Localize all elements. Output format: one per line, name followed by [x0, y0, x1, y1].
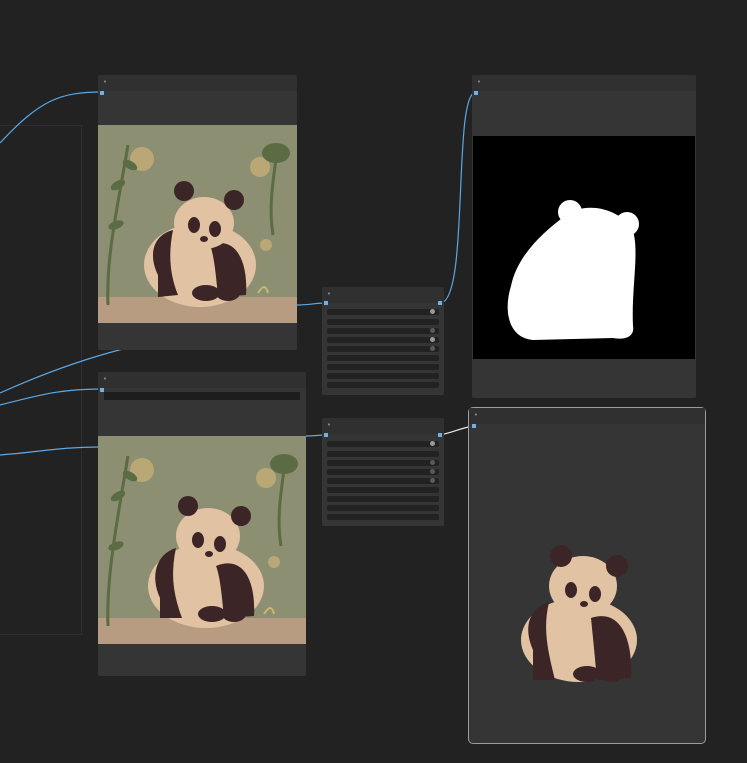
input-port[interactable] [100, 91, 104, 95]
input-port[interactable] [472, 424, 476, 428]
input-port[interactable] [324, 301, 328, 305]
settings-node-top[interactable]: • [322, 287, 444, 395]
settings-node-bottom[interactable]: • [322, 418, 444, 526]
collapse-dot-icon[interactable]: • [325, 421, 333, 429]
collapse-dot-icon[interactable]: • [472, 411, 480, 419]
image-node-bottom[interactable]: • [98, 372, 306, 676]
panda-image-preview [98, 436, 306, 644]
panda-image-preview [98, 125, 297, 323]
widget-row[interactable] [327, 478, 439, 484]
widget-row[interactable] [327, 460, 439, 466]
widget-row[interactable] [327, 514, 439, 520]
collapse-dot-icon[interactable]: • [101, 78, 109, 86]
output-port[interactable] [438, 301, 442, 305]
widget-row[interactable] [327, 309, 439, 315]
widget-row[interactable] [327, 505, 439, 511]
node-title-bar[interactable]: • [98, 75, 297, 91]
toggle-knob-icon[interactable] [430, 346, 435, 351]
widget-row[interactable] [327, 496, 439, 502]
cutout-preview-node[interactable]: • [468, 407, 706, 744]
node-title-bar[interactable]: • [469, 408, 705, 424]
toggle-knob-icon[interactable] [430, 337, 435, 342]
widget-row[interactable] [327, 346, 439, 352]
input-port[interactable] [474, 91, 478, 95]
toggle-knob-icon[interactable] [430, 469, 435, 474]
collapse-dot-icon[interactable]: • [475, 78, 483, 86]
toggle-knob-icon[interactable] [430, 460, 435, 465]
node-title-bar[interactable]: • [472, 75, 696, 91]
group-frame [0, 125, 82, 635]
widget-row[interactable] [327, 487, 439, 493]
node-title-bar[interactable]: • [322, 418, 444, 434]
toggle-knob-icon[interactable] [430, 309, 435, 314]
widget-row[interactable] [327, 382, 439, 388]
output-port[interactable] [438, 433, 442, 437]
widget-row[interactable] [327, 364, 439, 370]
widget-row[interactable] [327, 355, 439, 361]
widget-row[interactable] [327, 373, 439, 379]
toggle-knob-icon[interactable] [430, 328, 435, 333]
mask-preview-node[interactable]: • [472, 75, 696, 398]
widget-row[interactable] [327, 441, 439, 447]
cutout-image-preview [499, 528, 649, 688]
node-title-bar[interactable]: • [98, 372, 306, 388]
toggle-knob-icon[interactable] [430, 478, 435, 483]
node-title-bar[interactable]: • [322, 287, 444, 303]
widget-row[interactable] [327, 328, 439, 334]
input-port[interactable] [324, 433, 328, 437]
widget-row[interactable] [327, 451, 439, 457]
wire-settings-top-to-mask [439, 91, 477, 304]
collapse-dot-icon[interactable]: • [325, 290, 333, 298]
text-widget[interactable] [104, 392, 300, 400]
widget-row[interactable] [327, 319, 439, 325]
node-graph-canvas[interactable]: • • • • • • [0, 0, 747, 763]
toggle-knob-icon[interactable] [430, 441, 435, 446]
image-node-top[interactable]: • [98, 75, 297, 350]
collapse-dot-icon[interactable]: • [101, 375, 109, 383]
widget-row[interactable] [327, 337, 439, 343]
widget-row[interactable] [327, 469, 439, 475]
mask-image-preview [473, 136, 695, 359]
